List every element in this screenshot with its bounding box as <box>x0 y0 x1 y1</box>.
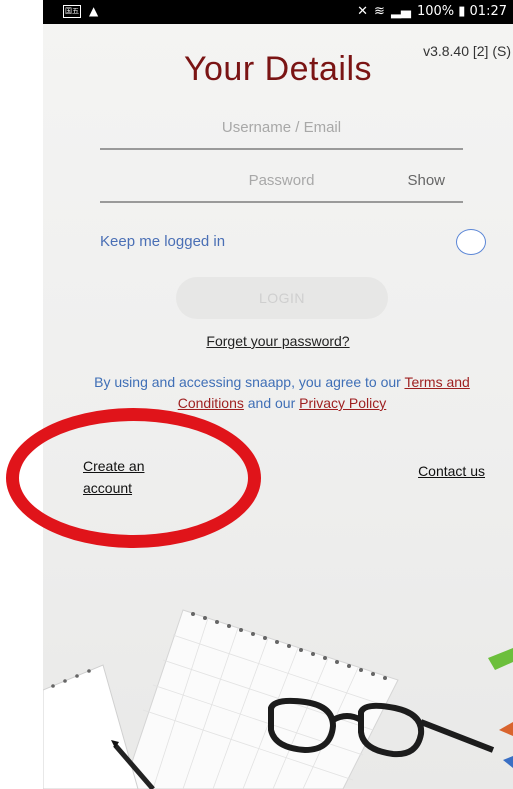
page-title: Your Details <box>183 50 373 88</box>
show-password-button[interactable]: Show <box>407 172 445 189</box>
status-battery-time: 100% ▮ 01:27 <box>416 4 507 19</box>
warning-icon: ▲ <box>89 4 99 18</box>
mute-icon: ✕ <box>357 4 369 19</box>
forgot-password-link[interactable]: Forget your password? <box>43 333 513 349</box>
username-field <box>100 112 463 150</box>
desk-illustration <box>43 609 513 789</box>
privacy-policy-link[interactable]: Privacy Policy <box>299 395 386 411</box>
username-input[interactable] <box>100 112 463 142</box>
terms-middle: and our <box>243 395 300 411</box>
contact-us-link[interactable]: Contact us <box>418 463 485 479</box>
app-screen: 国五 ▲ ✕ ≋ ▂▄ 100% ▮ 01:27 v3.8.40 [2] (S)… <box>43 0 513 789</box>
status-right: ✕ ≋ ▂▄ 100% ▮ 01:27 <box>357 4 507 19</box>
keep-logged-in-toggle[interactable] <box>456 229 486 255</box>
signal-icon: ▂▄ <box>390 4 411 19</box>
terms-prefix: By using and accessing snaapp, you agree… <box>94 374 405 390</box>
notepad-front <box>43 664 139 789</box>
screen-mode-icon: 国五 <box>63 4 81 18</box>
keep-logged-in-label: Keep me logged in <box>100 233 226 250</box>
password-field: Show <box>100 165 463 203</box>
annotation-circle <box>6 408 261 548</box>
login-button[interactable]: LOGIN <box>176 277 388 319</box>
status-bar: 国五 ▲ ✕ ≋ ▂▄ 100% ▮ 01:27 <box>43 0 513 24</box>
wifi-icon: ≋ <box>374 4 385 19</box>
status-left: 国五 ▲ <box>63 4 98 18</box>
notepad-back <box>122 609 399 789</box>
